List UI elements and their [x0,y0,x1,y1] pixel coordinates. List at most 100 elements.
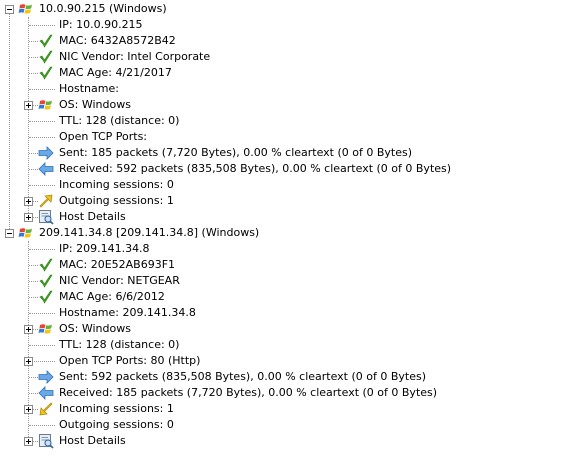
host-details-icon [38,433,54,449]
node-hostname[interactable]: Hostname: [0,81,578,97]
arrow-right-icon [38,369,54,385]
windows-logo-icon [18,225,34,241]
node-ttl[interactable]: TTL: 128 (distance: 0) [0,113,578,129]
connector-line [29,57,38,58]
expand-toggle[interactable] [24,437,33,446]
host-title: 10.0.90.215 (Windows) [39,2,167,15]
connector-line [29,121,55,122]
node-sent[interactable]: Sent: 185 packets (7,720 Bytes), 0.00 % … [0,145,578,161]
expand-toggle[interactable] [24,101,33,110]
node-label: Incoming sessions: 1 [59,402,174,415]
node-ip[interactable]: IP: 209.141.34.8 [0,241,578,257]
arrow-left-icon [38,161,54,177]
node-label: NIC Vendor: NETGEAR [59,274,180,287]
connector-line [29,185,55,186]
node-mac[interactable]: MAC: 20E52AB693F1 [0,257,578,273]
node-label: Open TCP Ports: 80 (Http) [59,354,201,367]
connector-line [29,25,55,26]
node-host-details[interactable]: Host Details [0,209,578,225]
host-title: 209.141.34.8 [209.141.34.8] (Windows) [39,226,260,239]
host-tree: 10.0.90.215 (Windows) IP: 10.0.90.215 MAC:… [0,0,578,459]
connector-line [29,265,38,266]
node-label: IP: 209.141.34.8 [59,242,150,255]
node-outgoing-sessions[interactable]: Outgoing sessions: 0 [0,417,578,433]
node-incoming-sessions[interactable]: Incoming sessions: 1 [0,401,578,417]
node-label: IP: 10.0.90.215 [59,18,143,31]
expand-toggle[interactable] [24,197,33,206]
node-label: MAC: 20E52AB693F1 [59,258,176,271]
connector-line [29,89,55,90]
node-label: Sent: 592 packets (835,508 Bytes), 0.00 … [59,370,427,383]
green-check-icon [38,65,54,81]
green-check-icon [38,257,54,273]
expand-toggle[interactable] [24,405,33,414]
expand-toggle[interactable] [24,325,33,334]
windows-logo-icon [38,97,54,113]
green-check-icon [38,289,54,305]
windows-logo-icon [18,1,34,17]
node-label: Incoming sessions: 0 [59,178,174,191]
collapse-toggle[interactable] [5,229,14,238]
connector-line [29,297,38,298]
node-open-tcp-ports[interactable]: Open TCP Ports: [0,129,578,145]
connector-line [29,281,38,282]
arrow-right-icon [38,145,54,161]
node-label: MAC Age: 6/6/2012 [59,290,165,303]
host-node[interactable]: 10.0.90.215 (Windows) [0,1,578,17]
connector-line [29,377,38,378]
node-label: MAC Age: 4/21/2017 [59,66,172,79]
connector-line [29,73,38,74]
green-check-icon [38,33,54,49]
node-hostname[interactable]: Hostname: 209.141.34.8 [0,305,578,321]
node-label: NIC Vendor: Intel Corporate [59,50,211,63]
node-mac[interactable]: MAC: 6432A8572B42 [0,33,578,49]
node-label: Outgoing sessions: 0 [59,418,174,431]
node-incoming-sessions[interactable]: Incoming sessions: 0 [0,177,578,193]
node-received[interactable]: Received: 592 packets (835,508 Bytes), 0… [0,161,578,177]
node-label: TTL: 128 (distance: 0) [59,114,180,127]
node-label: Sent: 185 packets (7,720 Bytes), 0.00 % … [59,146,413,159]
node-nic-vendor[interactable]: NIC Vendor: Intel Corporate [0,49,578,65]
arrow-left-icon [38,385,54,401]
node-label: Hostname: [59,82,119,95]
node-sent[interactable]: Sent: 592 packets (835,508 Bytes), 0.00 … [0,369,578,385]
node-label: OS: Windows [59,322,131,335]
node-label: Host Details [59,434,126,447]
node-label: MAC: 6432A8572B42 [59,34,176,47]
connector-line [29,345,55,346]
connector-line [29,249,55,250]
node-label: Hostname: 209.141.34.8 [59,306,196,319]
node-open-tcp-ports[interactable]: Open TCP Ports: 80 (Http) [0,353,578,369]
connector-line [29,137,55,138]
node-label: Received: 185 packets (7,720 Bytes), 0.0… [59,386,438,399]
node-label: Received: 592 packets (835,508 Bytes), 0… [59,162,452,175]
node-label: Host Details [59,210,126,223]
node-ip[interactable]: IP: 10.0.90.215 [0,17,578,33]
expand-toggle[interactable] [24,357,33,366]
connector-line [29,41,38,42]
node-ttl[interactable]: TTL: 128 (distance: 0) [0,337,578,353]
expand-toggle[interactable] [24,213,33,222]
node-label: TTL: 128 (distance: 0) [59,338,180,351]
connector-line [29,313,55,314]
node-os[interactable]: OS: Windows [0,321,578,337]
host-details-icon [38,209,54,225]
node-mac-age[interactable]: MAC Age: 6/6/2012 [0,289,578,305]
connector-line [29,425,55,426]
node-received[interactable]: Received: 185 packets (7,720 Bytes), 0.0… [0,385,578,401]
node-outgoing-sessions[interactable]: Outgoing sessions: 1 [0,193,578,209]
node-nic-vendor[interactable]: NIC Vendor: NETGEAR [0,273,578,289]
node-label: Outgoing sessions: 1 [59,194,174,207]
node-mac-age[interactable]: MAC Age: 4/21/2017 [0,65,578,81]
node-label: OS: Windows [59,98,131,111]
host-node[interactable]: 209.141.34.8 [209.141.34.8] (Windows) [0,225,578,241]
node-host-details[interactable]: Host Details [0,433,578,449]
collapse-toggle[interactable] [5,5,14,14]
connector-line [29,169,38,170]
node-os[interactable]: OS: Windows [0,97,578,113]
outgoing-arrow-icon [38,193,54,209]
incoming-arrow-icon [38,401,54,417]
connector-line [29,153,38,154]
connector-line [29,393,38,394]
windows-logo-icon [38,321,54,337]
